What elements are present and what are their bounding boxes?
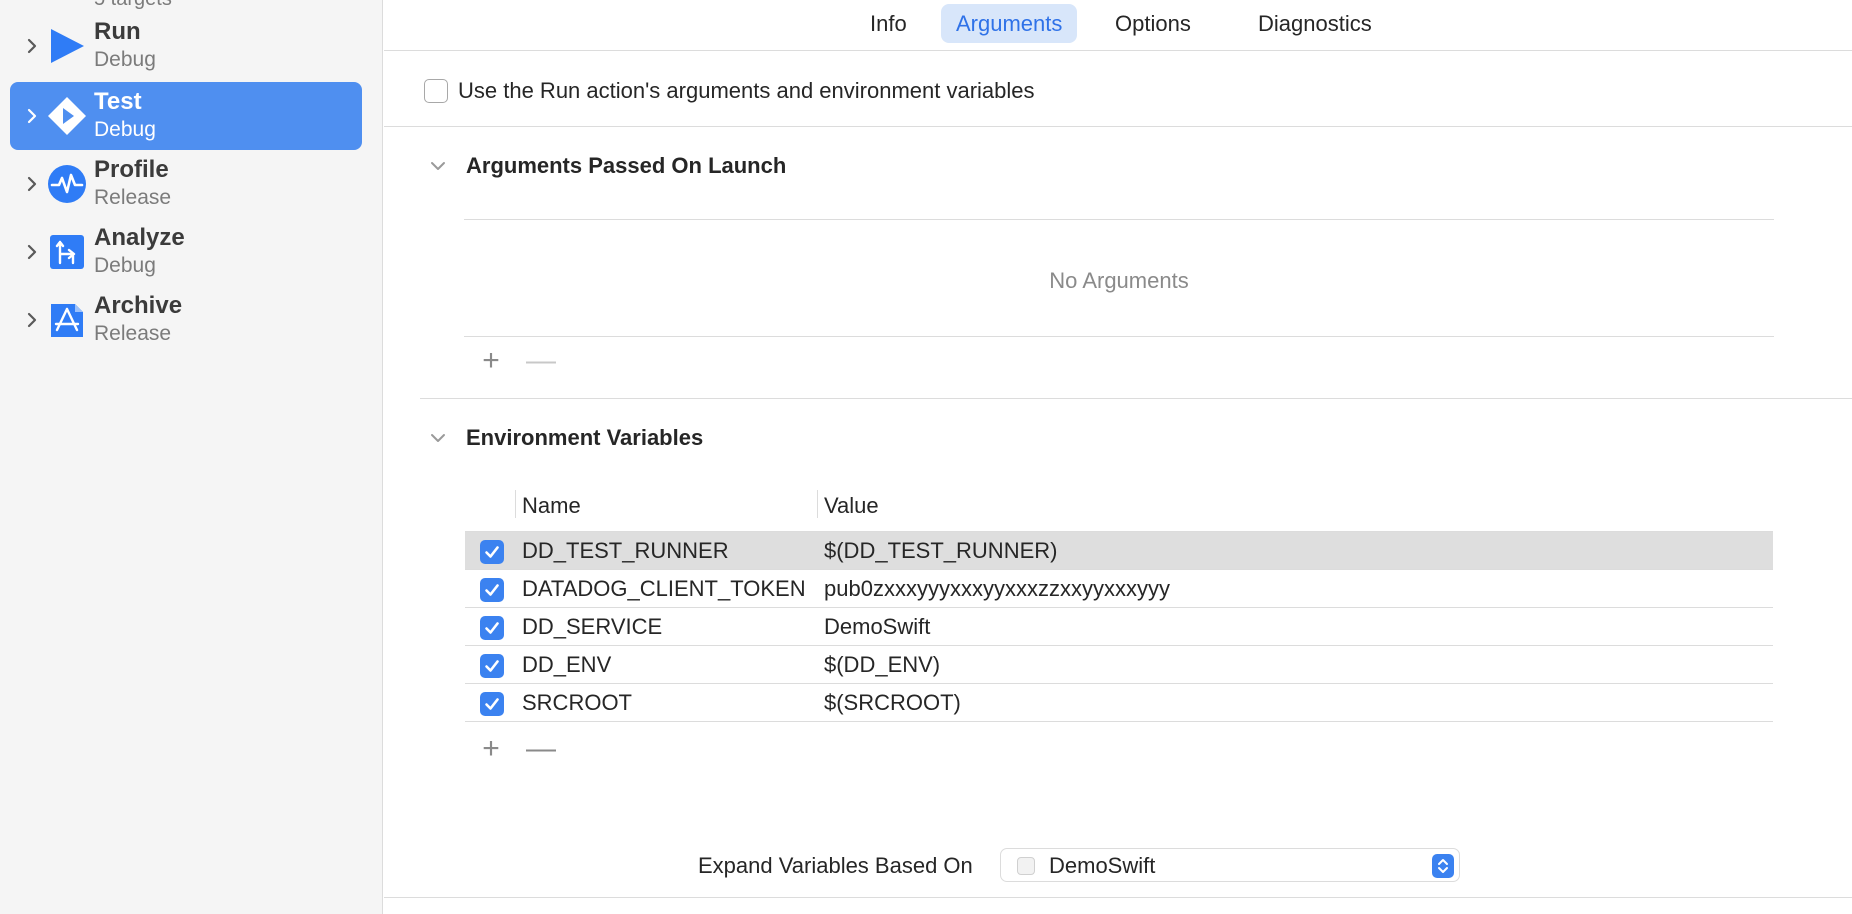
table-header: Name Value [465,485,1773,532]
column-header-value[interactable]: Value [824,493,879,519]
chevron-right-icon[interactable] [22,242,42,262]
sidebar-item-archive[interactable]: Archive Release [10,286,362,354]
tab-diagnostics[interactable]: Diagnostics [1243,4,1387,43]
no-arguments-placeholder: No Arguments [1049,268,1189,293]
table-row[interactable]: DD_SERVICE DemoSwift [465,608,1773,646]
expand-variables-popup[interactable]: DemoSwift [1000,848,1460,882]
chevron-down-icon[interactable] [428,156,448,176]
chevron-right-icon[interactable] [22,174,42,194]
profile-waveform-icon [48,165,86,203]
tab-arguments[interactable]: Arguments [941,4,1078,43]
enable-variable-checkbox[interactable] [480,692,504,716]
use-run-arguments-label: Use the Run action's arguments and envir… [458,78,1035,103]
scheme-tab-bar: Info Arguments Options Diagnostics [384,0,1852,51]
sidebar-item-title: Run [94,18,141,45]
enable-variable-checkbox[interactable] [480,578,504,602]
sidebar-item-run[interactable]: Run Debug [10,12,362,80]
section-divider [420,398,1852,399]
variable-value[interactable]: $(DD_TEST_RUNNER) [824,538,1057,564]
remove-variable-button[interactable]: — [526,734,556,764]
sidebar-item-profile[interactable]: Profile Release [10,150,362,218]
enable-variable-checkbox[interactable] [480,616,504,640]
table-row[interactable]: DD_TEST_RUNNER $(DD_TEST_RUNNER) [465,532,1773,570]
checkmark-icon [485,622,499,634]
divider [384,126,1852,127]
enable-variable-checkbox[interactable] [480,540,504,564]
sidebar-item-subtitle: Debug [94,254,156,277]
sidebar-item-title: Archive [94,292,183,319]
column-separator [515,490,516,518]
variable-value[interactable]: pub0zxxxyyyxxxyyxxxzzxxyyxxxyyy [824,576,1170,602]
test-diamond-icon [48,97,86,135]
column-separator[interactable] [817,490,818,518]
sidebar-item-subtitle: Release [94,322,172,345]
column-header-name[interactable]: Name [522,493,581,519]
chevron-right-icon[interactable] [22,106,42,126]
chevron-down-icon[interactable] [428,428,448,448]
bottom-divider [384,897,1852,898]
enable-variable-checkbox[interactable] [480,654,504,678]
checkmark-icon [485,660,499,672]
sidebar-item-subtitle: Release [94,186,172,209]
checkmark-icon [485,546,499,558]
chevron-right-icon[interactable] [22,36,42,56]
variable-name[interactable]: DD_ENV [522,652,611,678]
use-run-arguments-checkbox[interactable] [424,79,448,103]
add-variable-button[interactable]: + [476,734,506,764]
checkmark-icon [485,584,499,596]
sidebar-partial-subtitle: 5 targets [94,0,172,11]
add-argument-button[interactable]: + [476,346,506,376]
variable-name[interactable]: DD_SERVICE [522,614,662,640]
environment-variables-section-title: Environment Variables [466,425,704,450]
table-row[interactable]: DATADOG_CLIENT_TOKEN pub0zxxxyyyxxxyyxxx… [465,570,1773,608]
tab-info[interactable]: Info [855,4,922,43]
variable-value[interactable]: DemoSwift [824,614,930,640]
sidebar-item-title: Profile [94,156,169,183]
variable-name[interactable]: SRCROOT [522,690,632,716]
checkmark-icon [485,698,499,710]
variable-name[interactable]: DATADOG_CLIENT_TOKEN [522,576,806,602]
sidebar-item-subtitle: Debug [94,48,156,71]
tab-options[interactable]: Options [1100,4,1206,43]
arguments-table-bottom-border [464,336,1774,337]
expand-variables-value: DemoSwift [1049,853,1156,878]
remove-argument-button[interactable]: — [526,346,556,376]
sidebar-item-test[interactable]: Test Debug [10,82,362,150]
arguments-table-top-border [464,219,1774,220]
environment-variables-table: Name Value DD_TEST_RUNNER $(DD_TEST_RUNN… [465,485,1773,722]
use-run-arguments-option[interactable]: Use the Run action's arguments and envir… [424,78,1035,104]
variable-value[interactable]: $(DD_ENV) [824,652,940,678]
target-icon [1017,857,1035,875]
table-row[interactable]: SRCROOT $(SRCROOT) [465,684,1773,722]
table-row[interactable]: DD_ENV $(DD_ENV) [465,646,1773,684]
arguments-section-title: Arguments Passed On Launch [466,153,787,178]
sidebar-item-title: Test [94,88,142,115]
sidebar-item-subtitle: Debug [94,118,156,141]
variable-name[interactable]: DD_TEST_RUNNER [522,538,729,564]
chevron-right-icon[interactable] [22,310,42,330]
expand-variables-label: Expand Variables Based On [698,853,973,878]
sidebar-item-title: Analyze [94,224,185,251]
scheme-action-sidebar: 5 targets Run Debug Test Debug Profile R… [0,0,383,914]
archive-appstore-icon [51,304,83,337]
analyze-branch-icon [50,235,84,269]
popup-stepper-icon[interactable] [1432,854,1454,878]
run-play-icon [51,29,84,63]
sidebar-item-analyze[interactable]: Analyze Debug [10,218,362,286]
variable-value[interactable]: $(SRCROOT) [824,690,961,716]
